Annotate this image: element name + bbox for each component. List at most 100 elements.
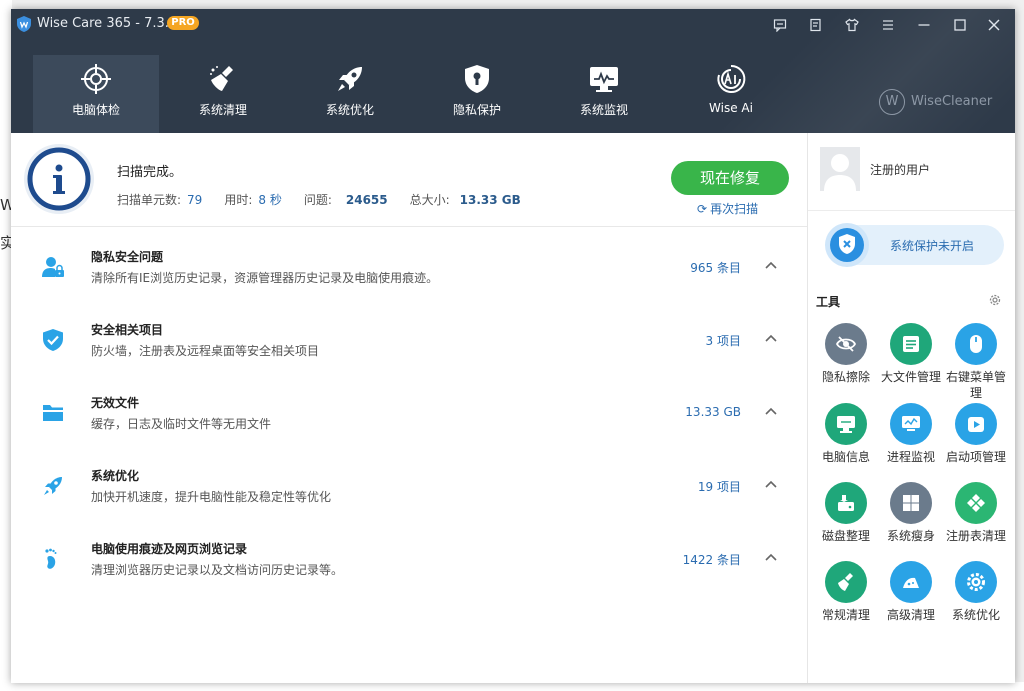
row-description: 防火墙，注册表及远程桌面等安全相关项目 <box>91 344 320 358</box>
title-bar[interactable]: Wise Care 365 - 7.3.5 PRO <box>11 9 1015 39</box>
tool-icon-bg <box>825 561 867 603</box>
tool-common-clean[interactable]: 常规清理 <box>814 561 878 639</box>
notes-button[interactable] <box>805 15 827 35</box>
nav-label: 系统监视 <box>579 103 628 117</box>
tool-icon-bg <box>955 561 997 603</box>
nav-tab-checkup[interactable]: 电脑体检 <box>33 55 159 133</box>
windows-icon <box>903 495 919 511</box>
row-description: 清理浏览器历史记录以及文档访问历史记录等。 <box>91 563 344 577</box>
app-title: Wise Care 365 - 7.3.5 <box>37 16 178 31</box>
fix-now-button[interactable]: 现在修复 <box>671 161 789 195</box>
result-row-junk-files[interactable]: 无效文件 缓存，日志及临时文件等无用文件 13.33 GB <box>11 377 807 450</box>
mouse-icon <box>970 335 982 353</box>
tool-icon-bg <box>955 482 997 524</box>
registry-icon <box>967 494 985 512</box>
menu-button[interactable] <box>877 15 899 35</box>
play-icon <box>968 417 984 432</box>
chevron-up-icon[interactable] <box>763 331 779 347</box>
tool-label: 隐私擦除 <box>821 370 870 384</box>
minimize-button[interactable] <box>913 15 935 35</box>
size-value: 13.33 GB <box>459 193 521 207</box>
row-title: 隐私安全问题 <box>91 250 164 264</box>
tool-label: 注册表清理 <box>945 529 1006 543</box>
row-count: 19 项目 <box>697 480 741 494</box>
chevron-up-icon[interactable] <box>763 404 779 420</box>
nav-label: 系统优化 <box>325 103 374 117</box>
monitor-chart-icon <box>902 416 920 431</box>
tool-label: 磁盘整理 <box>821 529 870 543</box>
rocket-icon <box>44 477 62 495</box>
tool-label: 大文件管理 <box>880 370 941 384</box>
tool-registry-cleaner[interactable]: 注册表清理 <box>944 482 1008 560</box>
issues-label: 问题: <box>303 193 332 207</box>
result-row-optimize[interactable]: 系统优化 加快开机速度，提升电脑性能及稳定性等优化 19 项目 <box>11 450 807 523</box>
time-value: 8 秒 <box>258 193 282 207</box>
rescan-link[interactable]: ⟳ 再次扫描 <box>697 200 758 217</box>
feedback-button[interactable] <box>769 15 791 35</box>
scan-status-title: 扫描完成。 <box>117 165 183 180</box>
gear-icon <box>967 573 985 591</box>
scan-summary: 扫描完成。 扫描单元数: 79 用时: 8 秒 问题: 24655 总大小: 13.33 GB… <box>11 133 807 227</box>
background-taskbar-edge <box>0 682 1024 691</box>
user-section: 注册的用户 <box>808 133 1015 211</box>
result-row-privacy[interactable]: 隐私安全问题 清除所有IE浏览历史记录，资源管理器历史记录及电脑使用痕迹。 96… <box>11 231 807 304</box>
row-title: 系统优化 <box>91 469 140 483</box>
nav-tab-clean[interactable]: 系统清理 <box>160 55 286 133</box>
row-title: 电脑使用痕迹及网页浏览记录 <box>91 542 248 556</box>
maximize-button[interactable] <box>949 15 971 35</box>
chevron-up-icon[interactable] <box>763 258 779 274</box>
tool-disk-defrag[interactable]: 磁盘整理 <box>814 482 878 560</box>
tool-label: 右键菜单管理 <box>945 370 1006 400</box>
tool-system-slimming[interactable]: 系统瘦身 <box>879 482 943 560</box>
row-count: 1422 条目 <box>682 553 741 567</box>
app-window: Wise Care 365 - 7.3.5 PRO 电脑体检 系统清理 系统优化… <box>11 9 1015 683</box>
row-description: 缓存，日志及临时文件等无用文件 <box>91 417 272 431</box>
user-lock-icon <box>42 257 64 277</box>
shield-check-icon <box>43 329 63 351</box>
tool-computer-info[interactable]: 电脑信息 <box>814 403 878 481</box>
user-status-label[interactable]: 注册的用户 <box>870 161 930 178</box>
feedback-icon <box>773 19 787 33</box>
result-row-traces[interactable]: 电脑使用痕迹及网页浏览记录 清理浏览器历史记录以及文档访问历史记录等。 1422… <box>11 523 807 596</box>
user-silhouette-icon <box>824 154 856 191</box>
pro-badge: PRO <box>167 16 199 30</box>
tool-advanced-clean[interactable]: 高级清理 <box>879 561 943 639</box>
nav-tab-monitor[interactable]: 系统监视 <box>541 55 667 133</box>
chevron-up-icon[interactable] <box>763 477 779 493</box>
tool-startup-manager[interactable]: 启动项管理 <box>944 403 1008 481</box>
tool-system-optimize[interactable]: 系统优化 <box>944 561 1008 639</box>
disk-icon <box>838 495 854 511</box>
tool-label: 启动项管理 <box>945 450 1006 464</box>
tool-privacy-eraser[interactable]: 隐私擦除 <box>814 323 878 401</box>
protection-shield-icon <box>825 223 869 267</box>
tool-label: 进程监视 <box>886 450 935 464</box>
row-count: 3 项目 <box>705 334 741 348</box>
tool-icon-bg <box>825 403 867 445</box>
tool-process-monitor[interactable]: 进程监视 <box>879 403 943 481</box>
app-logo-icon <box>17 16 31 32</box>
tool-context-menu[interactable]: 右键菜单管理 <box>944 323 1008 401</box>
file-list-icon <box>903 336 919 352</box>
tool-icon-bg <box>890 482 932 524</box>
chevron-up-icon[interactable] <box>763 550 779 566</box>
tool-label: 电脑信息 <box>821 450 870 464</box>
nav-label: 隐私保护 <box>452 103 501 117</box>
system-protection-toggle[interactable]: 系统保护未开启 <box>825 223 1004 267</box>
nav-tab-privacy[interactable]: 隐私保护 <box>414 55 540 133</box>
result-row-security[interactable]: 安全相关项目 防火墙，注册表及远程桌面等安全相关项目 3 项目 <box>11 304 807 377</box>
tool-large-file-manager[interactable]: 大文件管理 <box>879 323 943 401</box>
nav-label: 系统清理 <box>198 103 247 117</box>
gear-icon[interactable] <box>988 293 1002 307</box>
row-title: 安全相关项目 <box>91 323 164 337</box>
broom-icon <box>838 573 853 591</box>
avatar[interactable] <box>820 147 860 191</box>
maximize-icon <box>954 19 966 31</box>
tool-label: 系统优化 <box>951 608 1000 622</box>
row-title: 无效文件 <box>91 396 140 410</box>
side-panel: 注册的用户 系统保护未开启 工具 隐私擦除 大文件管理 右键菜单管理 电脑信息 … <box>807 133 1015 683</box>
nav-tab-wise-ai[interactable]: Wise Ai <box>668 55 794 133</box>
nav-tab-optimize[interactable]: 系统优化 <box>287 55 413 133</box>
close-button[interactable] <box>983 15 1005 35</box>
tool-icon-bg <box>955 403 997 445</box>
skin-button[interactable] <box>841 15 863 35</box>
